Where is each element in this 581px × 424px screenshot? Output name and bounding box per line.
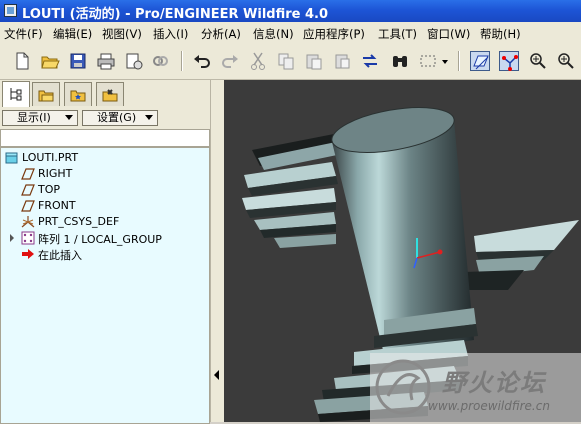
toolbar-separator: [458, 51, 460, 71]
new-icon[interactable]: [12, 51, 32, 71]
datum-plane-icon: [21, 200, 35, 212]
tree-item-label: PRT_CSYS_DEF: [38, 215, 120, 228]
chevron-down-icon: [145, 115, 153, 120]
navigator-options-bar: 显示(I) 设置(G): [0, 108, 210, 128]
part-icon: [5, 152, 18, 164]
show-dropdown[interactable]: 显示(I): [2, 110, 78, 126]
datum-point-display-icon[interactable]: [528, 51, 548, 71]
title-bar: LOUTI (活动的) - Pro/ENGINEER Wildfire 4.0: [0, 0, 581, 22]
panel-splitter[interactable]: [210, 80, 225, 422]
watermark-url: www.proewildfire.cn: [428, 399, 550, 413]
email-icon[interactable]: [124, 51, 144, 71]
window-title: LOUTI (活动的) - Pro/ENGINEER Wildfire 4.0: [22, 7, 329, 22]
menu-bar: 文件(F) 编辑(E) 视图(V) 插入(I) 分析(A) 信息(N) 应用程序…: [0, 22, 581, 44]
watermark: 野火论坛 www.proewildfire.cn: [370, 353, 581, 422]
select-dropdown-icon[interactable]: [440, 51, 450, 71]
tree-filter-row: [0, 129, 210, 147]
copy-icon[interactable]: [276, 51, 296, 71]
menu-insert[interactable]: 插入(I): [153, 26, 188, 42]
tab-folder-browser[interactable]: [32, 82, 60, 106]
menu-applications[interactable]: 应用程序(P): [303, 26, 365, 42]
tab-connections[interactable]: [96, 82, 124, 106]
find-icon[interactable]: [390, 51, 410, 71]
connections-icon: [102, 89, 118, 102]
datum-plane-icon: [21, 184, 35, 196]
toolbar-separator: [181, 51, 183, 71]
paste-icon[interactable]: [304, 51, 324, 71]
menu-view[interactable]: 视图(V): [102, 26, 142, 42]
regenerate-icon[interactable]: [360, 51, 380, 71]
navigator-panel: 显示(I) 设置(G) LOUTI.PRT RIGHT TOP FRONT PR…: [0, 80, 210, 424]
watermark-logo-icon: [375, 359, 431, 415]
menu-edit[interactable]: 编辑(E): [53, 26, 92, 42]
folder-browser-icon: [38, 90, 54, 102]
menu-window[interactable]: 窗口(W): [427, 26, 470, 42]
tab-favorites[interactable]: [64, 82, 92, 106]
settings-dropdown[interactable]: 设置(G): [82, 110, 158, 126]
redo-icon[interactable]: [220, 51, 240, 71]
tree-item-label: 阵列 1 / LOCAL_GROUP: [38, 233, 162, 246]
datum-axis-display-icon[interactable]: [499, 51, 519, 71]
app-icon: [4, 4, 17, 17]
zoom-in-icon[interactable]: [556, 51, 576, 71]
link-icon[interactable]: [150, 51, 170, 71]
datum-plane-icon: [21, 168, 35, 180]
model-tree: LOUTI.PRT RIGHT TOP FRONT PRT_CSYS_DEF 阵…: [0, 147, 210, 424]
menu-help[interactable]: 帮助(H): [480, 26, 521, 42]
watermark-name: 野火论坛: [442, 368, 546, 397]
navigator-tabs: [0, 80, 210, 108]
save-icon[interactable]: [68, 51, 88, 71]
menu-info[interactable]: 信息(N): [253, 26, 294, 42]
menu-file[interactable]: 文件(F): [4, 26, 43, 42]
toolbar: [0, 43, 581, 80]
select-box-icon[interactable]: [418, 51, 438, 71]
tab-model-tree[interactable]: [2, 81, 30, 107]
paste-special-icon[interactable]: [332, 51, 352, 71]
menu-tools[interactable]: 工具(T): [378, 26, 417, 42]
chevron-down-icon: [65, 115, 73, 120]
tree-item-label: RIGHT: [38, 167, 73, 180]
favorites-icon: [70, 90, 86, 102]
tree-item-label: TOP: [38, 183, 61, 196]
model-tree-icon: [10, 88, 22, 101]
cut-icon[interactable]: [248, 51, 268, 71]
show-dropdown-label: 显示(I): [17, 111, 51, 124]
tree-item-label: LOUTI.PRT: [22, 151, 79, 164]
print-icon[interactable]: [96, 51, 116, 71]
insert-here-icon: [22, 249, 34, 259]
expand-arrow-icon[interactable]: [10, 234, 14, 242]
undo-icon[interactable]: [192, 51, 212, 71]
settings-dropdown-label: 设置(G): [97, 111, 137, 124]
pattern-icon: [21, 231, 35, 245]
menu-analysis[interactable]: 分析(A): [201, 26, 241, 42]
open-icon[interactable]: [40, 51, 60, 71]
tree-item-label: FRONT: [38, 199, 76, 212]
datum-plane-display-icon[interactable]: [470, 51, 490, 71]
upper-steps: [242, 134, 342, 248]
coordinate-system-icon: [21, 216, 35, 228]
collapse-arrow-icon[interactable]: [214, 370, 219, 380]
tree-item-label: 在此插入: [38, 249, 82, 262]
right-steps: [464, 220, 579, 290]
